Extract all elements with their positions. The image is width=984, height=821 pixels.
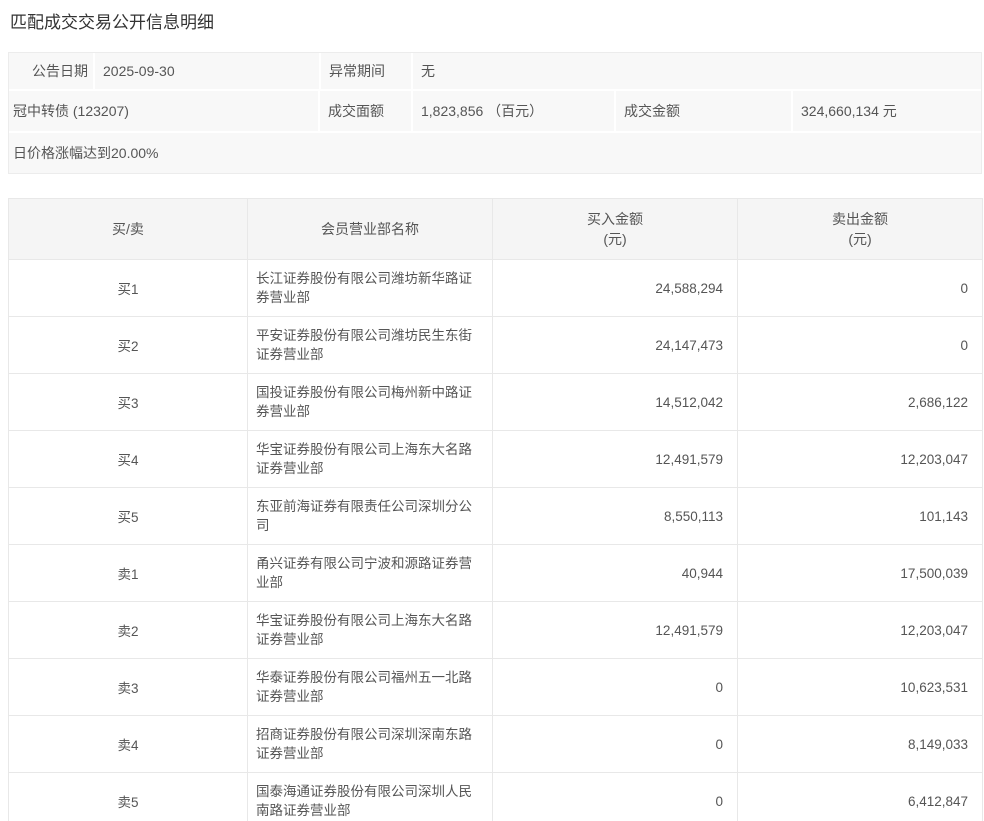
turnover-value: 324,660,134 元 bbox=[793, 91, 981, 131]
side-cell: 卖5 bbox=[9, 773, 248, 821]
buy-amount-cell: 14,512,042 bbox=[493, 374, 738, 431]
buy-amount-cell: 12,491,579 bbox=[493, 431, 738, 488]
broker-cell: 招商证券股份有限公司深圳深南东路证券营业部 bbox=[248, 716, 493, 773]
side-cell: 买5 bbox=[9, 488, 248, 545]
summary-row-dates: 公告日期 2025-09-30 异常期间 无 bbox=[9, 53, 981, 91]
col-header-sell-unit: (元) bbox=[738, 229, 982, 249]
broker-table-body: 买1 长江证券股份有限公司潍坊新华路证券营业部 24,588,294 0 买2 … bbox=[9, 260, 983, 821]
side-cell: 卖1 bbox=[9, 545, 248, 602]
buy-amount-cell: 40,944 bbox=[493, 545, 738, 602]
side-cell: 卖3 bbox=[9, 659, 248, 716]
broker-cell: 甬兴证券有限公司宁波和源路证券营业部 bbox=[248, 545, 493, 602]
buy-amount-cell: 0 bbox=[493, 659, 738, 716]
face-value-value: 1,823,856 （百元） bbox=[413, 91, 616, 131]
table-row: 买1 长江证券股份有限公司潍坊新华路证券营业部 24,588,294 0 bbox=[9, 260, 983, 317]
col-header-buy: 买入金额 (元) bbox=[493, 199, 738, 260]
col-header-broker-label: 会员营业部名称 bbox=[248, 219, 492, 239]
broker-cell: 长江证券股份有限公司潍坊新华路证券营业部 bbox=[248, 260, 493, 317]
broker-table: 买/卖 会员营业部名称 买入金额 (元) 卖出金额 (元) 买1 长江证券股份有… bbox=[8, 198, 983, 821]
broker-table-head: 买/卖 会员营业部名称 买入金额 (元) 卖出金额 (元) bbox=[9, 199, 983, 260]
side-cell: 卖4 bbox=[9, 716, 248, 773]
table-row: 买5 东亚前海证券有限责任公司深圳分公司 8,550,113 101,143 bbox=[9, 488, 983, 545]
table-row: 卖1 甬兴证券有限公司宁波和源路证券营业部 40,944 17,500,039 bbox=[9, 545, 983, 602]
summary-panel: 公告日期 2025-09-30 异常期间 无 冠中转债 (123207) 成交面… bbox=[8, 52, 982, 174]
table-row: 卖2 华宝证券股份有限公司上海东大名路证券营业部 12,491,579 12,2… bbox=[9, 602, 983, 659]
broker-cell: 平安证券股份有限公司潍坊民生东街证券营业部 bbox=[248, 317, 493, 374]
table-row: 卖5 国泰海通证券股份有限公司深圳人民南路证券营业部 0 6,412,847 bbox=[9, 773, 983, 821]
broker-cell: 国泰海通证券股份有限公司深圳人民南路证券营业部 bbox=[248, 773, 493, 821]
broker-cell: 国投证券股份有限公司梅州新中路证券营业部 bbox=[248, 374, 493, 431]
col-header-side: 买/卖 bbox=[9, 199, 248, 260]
side-cell: 买4 bbox=[9, 431, 248, 488]
abnormal-period-label: 异常期间 bbox=[321, 53, 413, 89]
announce-date-label: 公告日期 bbox=[9, 53, 95, 89]
col-header-side-label: 买/卖 bbox=[9, 219, 247, 239]
side-cell: 买3 bbox=[9, 374, 248, 431]
broker-cell: 华泰证券股份有限公司福州五一北路证券营业部 bbox=[248, 659, 493, 716]
buy-amount-cell: 0 bbox=[493, 716, 738, 773]
table-row: 买4 华宝证券股份有限公司上海东大名路证券营业部 12,491,579 12,2… bbox=[9, 431, 983, 488]
sell-amount-cell: 2,686,122 bbox=[738, 374, 983, 431]
side-cell: 卖2 bbox=[9, 602, 248, 659]
col-header-broker: 会员营业部名称 bbox=[248, 199, 493, 260]
turnover-label: 成交金额 bbox=[616, 91, 793, 131]
col-header-sell-label: 卖出金额 bbox=[738, 209, 982, 229]
col-header-sell: 卖出金额 (元) bbox=[738, 199, 983, 260]
sell-amount-cell: 17,500,039 bbox=[738, 545, 983, 602]
table-row: 买2 平安证券股份有限公司潍坊民生东街证券营业部 24,147,473 0 bbox=[9, 317, 983, 374]
buy-amount-cell: 24,588,294 bbox=[493, 260, 738, 317]
sell-amount-cell: 6,412,847 bbox=[738, 773, 983, 821]
sell-amount-cell: 101,143 bbox=[738, 488, 983, 545]
table-row: 买3 国投证券股份有限公司梅州新中路证券营业部 14,512,042 2,686… bbox=[9, 374, 983, 431]
sell-amount-cell: 0 bbox=[738, 317, 983, 374]
table-header-row: 买/卖 会员营业部名称 买入金额 (元) 卖出金额 (元) bbox=[9, 199, 983, 260]
security-name: 冠中转债 (123207) bbox=[9, 91, 320, 131]
sell-amount-cell: 8,149,033 bbox=[738, 716, 983, 773]
sell-amount-cell: 10,623,531 bbox=[738, 659, 983, 716]
broker-cell: 华宝证券股份有限公司上海东大名路证券营业部 bbox=[248, 431, 493, 488]
summary-row-note: 日价格涨幅达到20.00% bbox=[9, 133, 981, 173]
abnormal-period-value: 无 bbox=[413, 53, 981, 89]
buy-amount-cell: 12,491,579 bbox=[493, 602, 738, 659]
side-cell: 买2 bbox=[9, 317, 248, 374]
table-row: 卖3 华泰证券股份有限公司福州五一北路证券营业部 0 10,623,531 bbox=[9, 659, 983, 716]
sell-amount-cell: 12,203,047 bbox=[738, 431, 983, 488]
table-row: 卖4 招商证券股份有限公司深圳深南东路证券营业部 0 8,149,033 bbox=[9, 716, 983, 773]
buy-amount-cell: 24,147,473 bbox=[493, 317, 738, 374]
announce-date-value: 2025-09-30 bbox=[95, 53, 321, 89]
summary-row-security: 冠中转债 (123207) 成交面额 1,823,856 （百元） 成交金额 3… bbox=[9, 91, 981, 133]
col-header-buy-label: 买入金额 bbox=[493, 209, 737, 229]
col-header-buy-unit: (元) bbox=[493, 229, 737, 249]
face-value-label: 成交面额 bbox=[320, 91, 413, 131]
broker-cell: 华宝证券股份有限公司上海东大名路证券营业部 bbox=[248, 602, 493, 659]
price-limit-note: 日价格涨幅达到20.00% bbox=[9, 133, 981, 173]
side-cell: 买1 bbox=[9, 260, 248, 317]
sell-amount-cell: 12,203,047 bbox=[738, 602, 983, 659]
broker-cell: 东亚前海证券有限责任公司深圳分公司 bbox=[248, 488, 493, 545]
page: 匹配成交交易公开信息明细 公告日期 2025-09-30 异常期间 无 冠中转债… bbox=[0, 0, 984, 821]
buy-amount-cell: 0 bbox=[493, 773, 738, 821]
buy-amount-cell: 8,550,113 bbox=[493, 488, 738, 545]
page-title: 匹配成交交易公开信息明细 bbox=[8, 0, 976, 32]
sell-amount-cell: 0 bbox=[738, 260, 983, 317]
